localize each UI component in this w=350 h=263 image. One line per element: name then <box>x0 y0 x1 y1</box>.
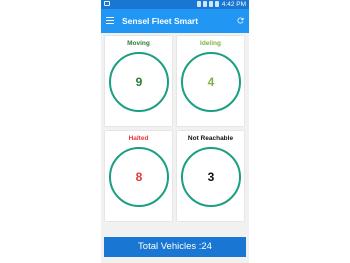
not-reachable-ring: 3 <box>181 147 241 207</box>
halted-ring: 8 <box>109 147 169 207</box>
halted-card[interactable]: Halted 8 <box>105 131 172 221</box>
not-reachable-count: 3 <box>207 170 215 184</box>
app-title: Sensel Fleet Smart <box>122 16 199 26</box>
not-reachable-label: Not Reachable <box>187 135 234 142</box>
ideling-card[interactable]: Ideling 4 <box>177 36 244 126</box>
halted-label: Halted <box>128 135 149 142</box>
hamburger-menu-icon[interactable] <box>106 17 114 25</box>
refresh-icon[interactable] <box>236 16 245 25</box>
mute-icon <box>197 1 201 7</box>
moving-card[interactable]: Moving 9 <box>105 36 172 126</box>
phone-screen: 4:42 PM Sensel Fleet Smart Moving 9 Idel… <box>101 0 249 263</box>
wifi-icon <box>203 1 207 7</box>
total-vehicles-button[interactable]: Total Vehicles :24 <box>104 237 246 257</box>
signal-icon <box>209 1 213 7</box>
ideling-label: Ideling <box>200 40 221 47</box>
notification-image-icon <box>104 1 110 6</box>
halted-count: 8 <box>135 170 143 184</box>
battery-icon <box>215 1 219 7</box>
moving-label: Moving <box>127 40 150 47</box>
ideling-ring: 4 <box>181 52 241 112</box>
status-icons <box>197 1 219 7</box>
app-bar: Sensel Fleet Smart <box>101 9 249 33</box>
status-time: 4:42 PM <box>221 1 246 8</box>
moving-ring: 9 <box>109 52 169 112</box>
ideling-count: 4 <box>207 75 215 89</box>
not-reachable-card[interactable]: Not Reachable 3 <box>177 131 244 221</box>
status-bar: 4:42 PM <box>101 0 249 9</box>
moving-count: 9 <box>135 75 143 89</box>
